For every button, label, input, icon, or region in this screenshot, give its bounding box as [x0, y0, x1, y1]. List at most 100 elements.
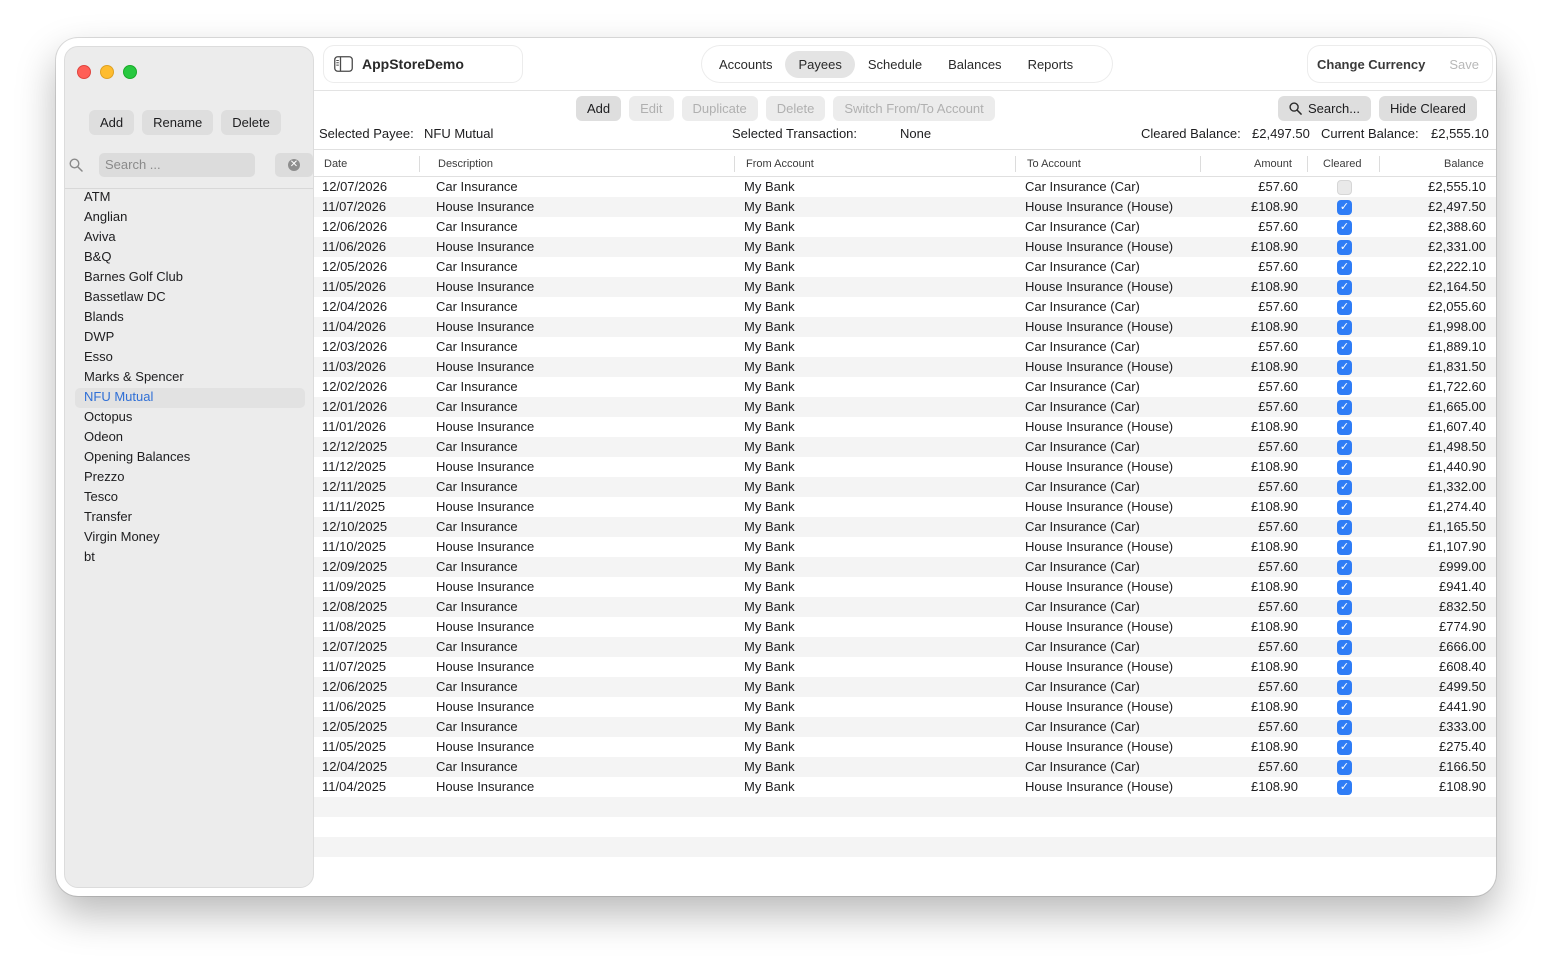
payee-item[interactable]: Octopus — [75, 408, 305, 428]
tab-payees[interactable]: Payees — [785, 50, 855, 78]
edit-transaction-button[interactable]: Edit — [629, 96, 674, 121]
cleared-checkbox[interactable]: ✓ — [1337, 260, 1352, 275]
table-row[interactable]: 12/02/2026 Car Insurance My Bank Car Insura… — [314, 377, 1496, 397]
rename-payee-button[interactable]: Rename — [142, 110, 214, 135]
table-row[interactable]: 11/07/2025 House Insurance My Bank House In… — [314, 657, 1496, 677]
payee-item[interactable]: Anglian — [75, 208, 305, 228]
table-row[interactable]: 11/04/2026 House Insurance My Bank House In… — [314, 317, 1496, 337]
tab-reports[interactable]: Reports — [1015, 51, 1087, 78]
tab-balances[interactable]: Balances — [935, 51, 1014, 78]
cleared-checkbox[interactable]: ✓ — [1337, 420, 1352, 435]
add-transaction-button[interactable]: Add — [576, 96, 622, 121]
payee-search-input[interactable]: Search ... — [99, 153, 255, 177]
payee-item[interactable]: Odeon — [75, 428, 305, 448]
table-row[interactable]: 11/04/2025 House Insurance My Bank House In… — [314, 777, 1496, 797]
cleared-checkbox[interactable]: ✓ — [1337, 740, 1352, 755]
table-row[interactable]: 11/01/2026 House Insurance My Bank House In… — [314, 417, 1496, 437]
table-row[interactable]: 12/12/2025 Car Insurance My Bank Car Insura… — [314, 437, 1496, 457]
table-row[interactable]: 12/10/2025 Car Insurance My Bank Car Insura… — [314, 517, 1496, 537]
cleared-checkbox[interactable]: ✓ — [1337, 200, 1352, 215]
table-row[interactable]: 11/10/2025 House Insurance My Bank House In… — [314, 537, 1496, 557]
table-row[interactable]: 12/05/2025 Car Insurance My Bank Car Insura… — [314, 717, 1496, 737]
column-balance[interactable]: Balance — [1444, 158, 1484, 170]
clear-search-button[interactable]: ✕ — [275, 153, 313, 177]
table-row[interactable]: 12/05/2026 Car Insurance My Bank Car Insura… — [314, 257, 1496, 277]
cleared-checkbox[interactable]: ✓ — [1337, 660, 1352, 675]
sidebar-icon[interactable] — [334, 56, 353, 72]
payee-item[interactable]: NFU Mutual — [75, 388, 305, 408]
table-row[interactable]: 11/11/2025 House Insurance My Bank House In… — [314, 497, 1496, 517]
table-row[interactable]: 11/06/2026 House Insurance My Bank House In… — [314, 237, 1496, 257]
cleared-checkbox[interactable]: ✓ — [1337, 300, 1352, 315]
cleared-checkbox[interactable]: ✓ — [1337, 440, 1352, 455]
payee-item[interactable]: Opening Balances — [75, 448, 305, 468]
close-window-button[interactable] — [77, 65, 91, 79]
cleared-checkbox[interactable]: ✓ — [1337, 640, 1352, 655]
table-row[interactable]: 12/07/2025 Car Insurance My Bank Car Insura… — [314, 637, 1496, 657]
table-row[interactable]: 12/11/2025 Car Insurance My Bank Car Insura… — [314, 477, 1496, 497]
tab-schedule[interactable]: Schedule — [855, 51, 935, 78]
switch-accounts-button[interactable]: Switch From/To Account — [833, 96, 995, 121]
table-row[interactable]: 11/08/2025 House Insurance My Bank House In… — [314, 617, 1496, 637]
table-row[interactable]: 12/09/2025 Car Insurance My Bank Car Insura… — [314, 557, 1496, 577]
table-row[interactable]: 11/12/2025 House Insurance My Bank House In… — [314, 457, 1496, 477]
table-row[interactable]: 12/07/2026 Car Insurance My Bank Car Insura… — [314, 177, 1496, 197]
column-cleared[interactable]: Cleared — [1323, 158, 1362, 170]
payee-item[interactable]: ATM — [75, 188, 305, 208]
cleared-checkbox[interactable]: ✓ — [1337, 680, 1352, 695]
table-row[interactable]: 11/07/2026 House Insurance My Bank House In… — [314, 197, 1496, 217]
cleared-checkbox[interactable]: ✓ — [1337, 340, 1352, 355]
cleared-checkbox[interactable]: ✓ — [1337, 760, 1352, 775]
cleared-checkbox[interactable]: ✓ — [1337, 600, 1352, 615]
change-currency-button[interactable]: Change Currency — [1317, 57, 1425, 72]
minimize-window-button[interactable] — [100, 65, 114, 79]
payee-item[interactable]: Esso — [75, 348, 305, 368]
cleared-checkbox[interactable]: ✓ — [1337, 240, 1352, 255]
table-row[interactable]: 12/01/2026 Car Insurance My Bank Car Insura… — [314, 397, 1496, 417]
cleared-checkbox[interactable]: ✓ — [1337, 560, 1352, 575]
payee-item[interactable]: DWP — [75, 328, 305, 348]
payee-item[interactable]: Aviva — [75, 228, 305, 248]
cleared-checkbox[interactable]: ✓ — [1337, 540, 1352, 555]
payee-item[interactable]: Marks & Spencer — [75, 368, 305, 388]
cleared-checkbox[interactable]: ✓ — [1337, 700, 1352, 715]
table-row[interactable]: 11/09/2025 House Insurance My Bank House In… — [314, 577, 1496, 597]
delete-transaction-button[interactable]: Delete — [765, 96, 826, 121]
cleared-checkbox[interactable]: ✓ — [1337, 320, 1352, 335]
add-payee-button[interactable]: Add — [89, 110, 135, 135]
cleared-checkbox[interactable]: ✓ — [1337, 280, 1352, 295]
table-row[interactable]: 12/06/2026 Car Insurance My Bank Car Insura… — [314, 217, 1496, 237]
table-row[interactable]: 11/05/2026 House Insurance My Bank House In… — [314, 277, 1496, 297]
column-date[interactable]: Date — [324, 158, 347, 170]
cleared-checkbox[interactable]: ✓ — [1337, 220, 1352, 235]
duplicate-transaction-button[interactable]: Duplicate — [681, 96, 758, 121]
maximize-window-button[interactable] — [123, 65, 137, 79]
table-row[interactable]: 11/05/2025 House Insurance My Bank House In… — [314, 737, 1496, 757]
table-row[interactable]: 12/03/2026 Car Insurance My Bank Car Insura… — [314, 337, 1496, 357]
payee-item[interactable]: B&Q — [75, 248, 305, 268]
tab-accounts[interactable]: Accounts — [706, 51, 785, 78]
payee-item[interactable]: Blands — [75, 308, 305, 328]
column-amount[interactable]: Amount — [1254, 158, 1292, 170]
payee-item[interactable]: Barnes Golf Club — [75, 268, 305, 288]
cleared-checkbox[interactable]: ✓ — [1337, 620, 1352, 635]
table-row[interactable]: 12/04/2025 Car Insurance My Bank Car Insura… — [314, 757, 1496, 777]
payee-item[interactable]: Virgin Money — [75, 528, 305, 548]
payee-item[interactable]: Transfer — [75, 508, 305, 528]
cleared-checkbox[interactable]: ✓ — [1337, 780, 1352, 795]
column-from-account[interactable]: From Account — [746, 158, 814, 170]
cleared-checkbox[interactable]: ✓ — [1337, 460, 1352, 475]
payee-item[interactable]: Bassetlaw DC — [75, 288, 305, 308]
table-row[interactable]: 12/04/2026 Car Insurance My Bank Car Insura… — [314, 297, 1496, 317]
table-row[interactable]: 11/03/2026 House Insurance My Bank House In… — [314, 357, 1496, 377]
cleared-checkbox[interactable]: ✓ — [1337, 500, 1352, 515]
cleared-checkbox[interactable]: ✓ — [1337, 720, 1352, 735]
search-button[interactable]: Search... — [1278, 96, 1372, 121]
cleared-checkbox[interactable]: ✓ — [1337, 360, 1352, 375]
hide-cleared-button[interactable]: Hide Cleared — [1379, 96, 1477, 121]
cleared-checkbox[interactable]: ✓ — [1337, 520, 1352, 535]
cleared-checkbox[interactable]: ✓ — [1337, 380, 1352, 395]
column-to-account[interactable]: To Account — [1027, 158, 1081, 170]
delete-payee-button[interactable]: Delete — [221, 110, 281, 135]
cleared-checkbox[interactable]: ✓ — [1337, 400, 1352, 415]
